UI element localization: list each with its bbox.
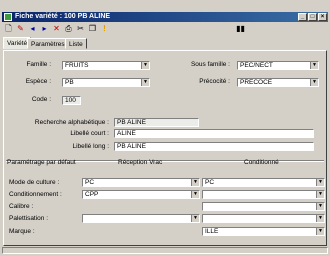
chevron-down-icon[interactable]: ▼ bbox=[191, 191, 199, 198]
chevron-down-icon[interactable]: ▼ bbox=[191, 179, 199, 186]
chevron-down-icon[interactable]: ▼ bbox=[141, 62, 149, 69]
reception-vrac-label: Réception Vrac bbox=[118, 159, 163, 166]
chevron-down-icon[interactable]: ▼ bbox=[141, 79, 149, 86]
mode-culture-label: Mode de culture : bbox=[9, 179, 60, 186]
code-field[interactable]: 100 bbox=[62, 96, 81, 105]
conditionnement-reception-select[interactable]: CPP ▼ bbox=[82, 190, 200, 199]
close-button[interactable]: × bbox=[318, 13, 327, 21]
conditionne-label: Conditionné bbox=[244, 159, 279, 166]
marque-label: Marque : bbox=[9, 228, 35, 235]
cut-icon[interactable]: ✂ bbox=[76, 24, 85, 33]
espece-value: PB bbox=[65, 79, 74, 86]
palettisation-reception-select[interactable]: ▼ bbox=[82, 214, 200, 223]
mode-culture-conditionne-value: PC bbox=[205, 179, 215, 186]
prev-icon[interactable]: ◂ bbox=[28, 24, 37, 33]
mode-culture-reception-select[interactable]: PC ▼ bbox=[82, 178, 200, 187]
conditionnement-reception-value: CPP bbox=[85, 191, 99, 198]
code-label: Code : bbox=[31, 96, 51, 103]
conditionnement-label: Conditionnement : bbox=[9, 191, 62, 198]
chevron-down-icon[interactable]: ▼ bbox=[316, 215, 324, 222]
chevron-down-icon[interactable]: ▼ bbox=[310, 79, 318, 86]
mode-culture-reception-value: PC bbox=[85, 179, 95, 186]
delete-icon[interactable]: ✕ bbox=[52, 24, 61, 33]
sous-famille-select[interactable]: PEC/NECT ▼ bbox=[237, 61, 319, 70]
recherche-label: Recherche alphabétique : bbox=[34, 119, 109, 126]
precocite-select[interactable]: PRECOCE ▼ bbox=[237, 78, 319, 87]
mode-culture-conditionne-select[interactable]: PC ▼ bbox=[202, 178, 325, 187]
chevron-down-icon[interactable]: ▼ bbox=[316, 203, 324, 210]
famille-label: Famille : bbox=[26, 61, 51, 68]
libelle-court-label: Libellé court : bbox=[70, 130, 109, 137]
chevron-down-icon[interactable]: ▼ bbox=[316, 191, 324, 198]
famille-select[interactable]: FRUITS ▼ bbox=[62, 61, 150, 70]
copy-icon[interactable]: ❐ bbox=[88, 24, 97, 33]
famille-value: FRUITS bbox=[65, 62, 89, 69]
window: Fiche variété : 100 PB ALINE _ □ × 🗋 ✎ ◂… bbox=[0, 0, 330, 256]
tab-panel: Famille : FRUITS ▼ Sous famille : PEC/NE… bbox=[3, 50, 327, 246]
next-icon[interactable]: ▸ bbox=[40, 24, 49, 33]
conditionnement-conditionne-select[interactable]: ▼ bbox=[202, 190, 325, 199]
precocite-value: PRECOCE bbox=[240, 79, 273, 86]
unknown-icon[interactable]: ▮▮ bbox=[236, 24, 245, 33]
chevron-down-icon[interactable]: ▼ bbox=[191, 215, 199, 222]
edit-icon[interactable]: ✎ bbox=[16, 24, 25, 33]
minimize-button[interactable]: _ bbox=[298, 13, 307, 21]
marque-conditionne-select[interactable]: ILLE ▼ bbox=[202, 227, 325, 236]
sous-famille-value: PEC/NECT bbox=[240, 62, 273, 69]
tab-parametres[interactable]: Paramètres bbox=[27, 38, 69, 49]
toolbar: 🗋 ✎ ◂ ▸ ✕ ⎙ ✂ ❐ ! ▮▮ bbox=[2, 23, 328, 35]
precocite-label: Précocité : bbox=[199, 78, 230, 85]
libelle-long-field[interactable]: PB ALINE bbox=[114, 142, 314, 151]
new-doc-icon[interactable]: 🗋 bbox=[4, 24, 13, 33]
print-icon[interactable]: ⎙ bbox=[64, 24, 73, 33]
app-icon bbox=[4, 13, 12, 21]
sous-famille-label: Sous famille : bbox=[190, 61, 230, 68]
libelle-long-label: Libellé long : bbox=[72, 143, 110, 150]
warning-icon[interactable]: ! bbox=[100, 24, 109, 33]
calibre-conditionne-select[interactable]: ▼ bbox=[202, 202, 325, 211]
espece-label: Espèce : bbox=[25, 78, 51, 85]
libelle-court-field[interactable]: ALINE bbox=[114, 129, 314, 138]
recherche-field[interactable]: PB ALINE bbox=[114, 118, 199, 127]
calibre-label: Calibre : bbox=[9, 203, 34, 210]
parametrage-label: Paramétrage par défaut bbox=[7, 159, 76, 166]
title-bar: Fiche variété : 100 PB ALINE _ □ × bbox=[2, 12, 328, 22]
maximize-button[interactable]: □ bbox=[308, 13, 317, 21]
status-bar bbox=[2, 247, 328, 254]
tab-liste[interactable]: Liste bbox=[65, 38, 87, 49]
palettisation-label: Palettisation : bbox=[9, 215, 49, 222]
marque-conditionne-value: ILLE bbox=[205, 228, 219, 235]
chevron-down-icon[interactable]: ▼ bbox=[316, 228, 324, 235]
espece-select[interactable]: PB ▼ bbox=[62, 78, 150, 87]
chevron-down-icon[interactable]: ▼ bbox=[316, 179, 324, 186]
window-title: Fiche variété : 100 PB ALINE bbox=[15, 13, 111, 20]
chevron-down-icon[interactable]: ▼ bbox=[310, 62, 318, 69]
palettisation-conditionne-select[interactable]: ▼ bbox=[202, 214, 325, 223]
